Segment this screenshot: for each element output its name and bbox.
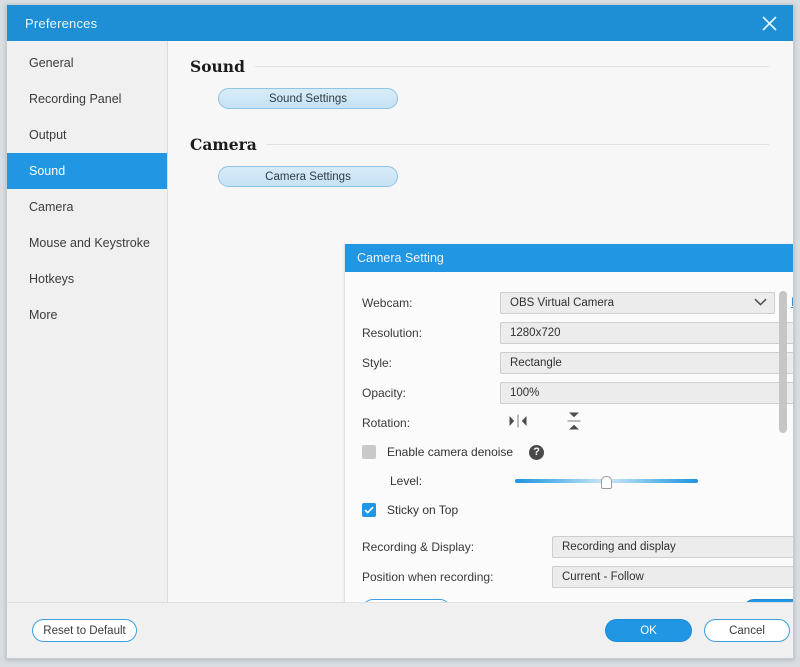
sidebar-item-label: More (29, 308, 58, 322)
sidebar-item-label: Mouse and Keystroke (29, 236, 150, 250)
recording-display-select[interactable]: Recording and display (552, 536, 793, 558)
recording-display-label: Recording & Display: (362, 540, 475, 554)
style-select-value: Rectangle (510, 357, 562, 369)
denoise-row: Enable camera denoise ? (345, 438, 793, 466)
reset-to-default-button[interactable]: Reset to Default (32, 619, 137, 642)
resolution-select[interactable]: 1280x720 (500, 322, 793, 344)
section-title-sound: Sound (190, 57, 245, 76)
sidebar-item-label: Recording Panel (29, 92, 122, 106)
section-title-camera: Camera (190, 135, 257, 154)
close-icon (761, 15, 778, 32)
position-recording-label: Position when recording: (362, 570, 494, 584)
sidebar-item-output[interactable]: Output (7, 117, 167, 153)
sidebar-item-more[interactable]: More (7, 297, 167, 333)
chevron-down-icon (754, 297, 767, 309)
opacity-select-value: 100% (510, 387, 540, 399)
webcam-property-link[interactable]: Property (791, 297, 793, 309)
section-header-sound: Sound (190, 57, 769, 76)
flip-vertical-icon[interactable] (566, 411, 582, 436)
window-body: General Recording Panel Output Sound Cam… (7, 41, 793, 602)
opacity-row: Opacity: 100% (345, 378, 793, 408)
sidebar-item-label: General (29, 56, 74, 70)
sidebar-item-camera[interactable]: Camera (7, 189, 167, 225)
sticky-on-top-checkbox[interactable] (362, 503, 376, 517)
webcam-select-value: OBS Virtual Camera (510, 297, 614, 309)
sidebar-item-general[interactable]: General (7, 45, 167, 81)
opacity-select[interactable]: 100% (500, 382, 793, 404)
section-divider (254, 66, 769, 67)
sidebar-item-sound[interactable]: Sound (7, 153, 167, 189)
position-recording-select[interactable]: Current - Follow (552, 566, 793, 588)
flip-horizontal-icon[interactable] (508, 413, 528, 434)
recording-display-row: Recording & Display: Recording and displ… (345, 532, 793, 562)
window-footer: Reset to Default OK Cancel (7, 602, 793, 658)
content-scrollbar-thumb[interactable] (779, 291, 787, 433)
style-row: Style: Rectangle (345, 348, 793, 378)
sidebar-item-label: Sound (29, 164, 66, 178)
footer-cancel-button[interactable]: Cancel (704, 619, 790, 642)
camera-settings-button[interactable]: Camera Settings (218, 166, 398, 187)
section-header-camera: Camera (190, 135, 769, 154)
webcam-select[interactable]: OBS Virtual Camera (500, 292, 775, 314)
level-slider[interactable] (515, 472, 698, 490)
sidebar-item-recording-panel[interactable]: Recording Panel (7, 81, 167, 117)
rotation-controls (508, 411, 582, 436)
recording-display-select-value: Recording and display (562, 541, 676, 553)
sidebar-item-label: Hotkeys (29, 272, 75, 286)
rotation-label: Rotation: (362, 416, 411, 430)
sidebar-item-label: Output (29, 128, 67, 142)
style-label: Style: (362, 356, 393, 370)
level-label: Level: (390, 474, 423, 488)
titlebar: Preferences (7, 5, 793, 41)
opacity-label: Opacity: (362, 386, 407, 400)
camera-setting-form: Webcam: OBS Virtual Camera Property (345, 272, 793, 602)
sidebar-item-label: Camera (29, 200, 74, 214)
sticky-on-top-row: Sticky on Top (345, 496, 793, 524)
preferences-window-root: Preferences General Recording Panel Outp… (0, 0, 800, 667)
webcam-row: Webcam: OBS Virtual Camera Property (345, 288, 793, 318)
camera-setting-panel-title: Camera Setting (345, 244, 793, 272)
resolution-select-value: 1280x720 (510, 327, 561, 339)
webcam-label: Webcam: (362, 296, 413, 310)
content-area: Sound Sound Settings Camera Camera Setti… (168, 41, 793, 602)
level-row: Level: (345, 466, 793, 496)
sound-settings-button[interactable]: Sound Settings (218, 88, 398, 109)
resolution-row: Resolution: 1280x720 (345, 318, 793, 348)
sidebar: General Recording Panel Output Sound Cam… (7, 41, 168, 602)
section-divider (266, 144, 769, 145)
camera-setting-panel: Camera Setting Webcam: OBS Virtual Camer… (344, 244, 793, 602)
footer-ok-button[interactable]: OK (605, 619, 692, 642)
denoise-checkbox[interactable] (362, 445, 376, 459)
rotation-row: Rotation: (345, 408, 793, 438)
close-button[interactable] (745, 5, 793, 41)
resolution-label: Resolution: (362, 326, 423, 340)
sticky-on-top-label: Sticky on Top (387, 503, 459, 517)
preferences-window: Preferences General Recording Panel Outp… (6, 4, 794, 659)
content-scrollbar[interactable] (777, 45, 789, 598)
window-title: Preferences (25, 15, 98, 31)
level-slider-thumb[interactable] (601, 476, 612, 489)
denoise-label: Enable camera denoise (387, 445, 514, 459)
position-recording-select-value: Current - Follow (562, 571, 644, 583)
sidebar-item-mouse-and-keystroke[interactable]: Mouse and Keystroke (7, 225, 167, 261)
help-icon[interactable]: ? (529, 444, 545, 460)
style-select[interactable]: Rectangle (500, 352, 793, 374)
sidebar-item-hotkeys[interactable]: Hotkeys (7, 261, 167, 297)
position-recording-row: Position when recording: Current - Follo… (345, 562, 793, 592)
